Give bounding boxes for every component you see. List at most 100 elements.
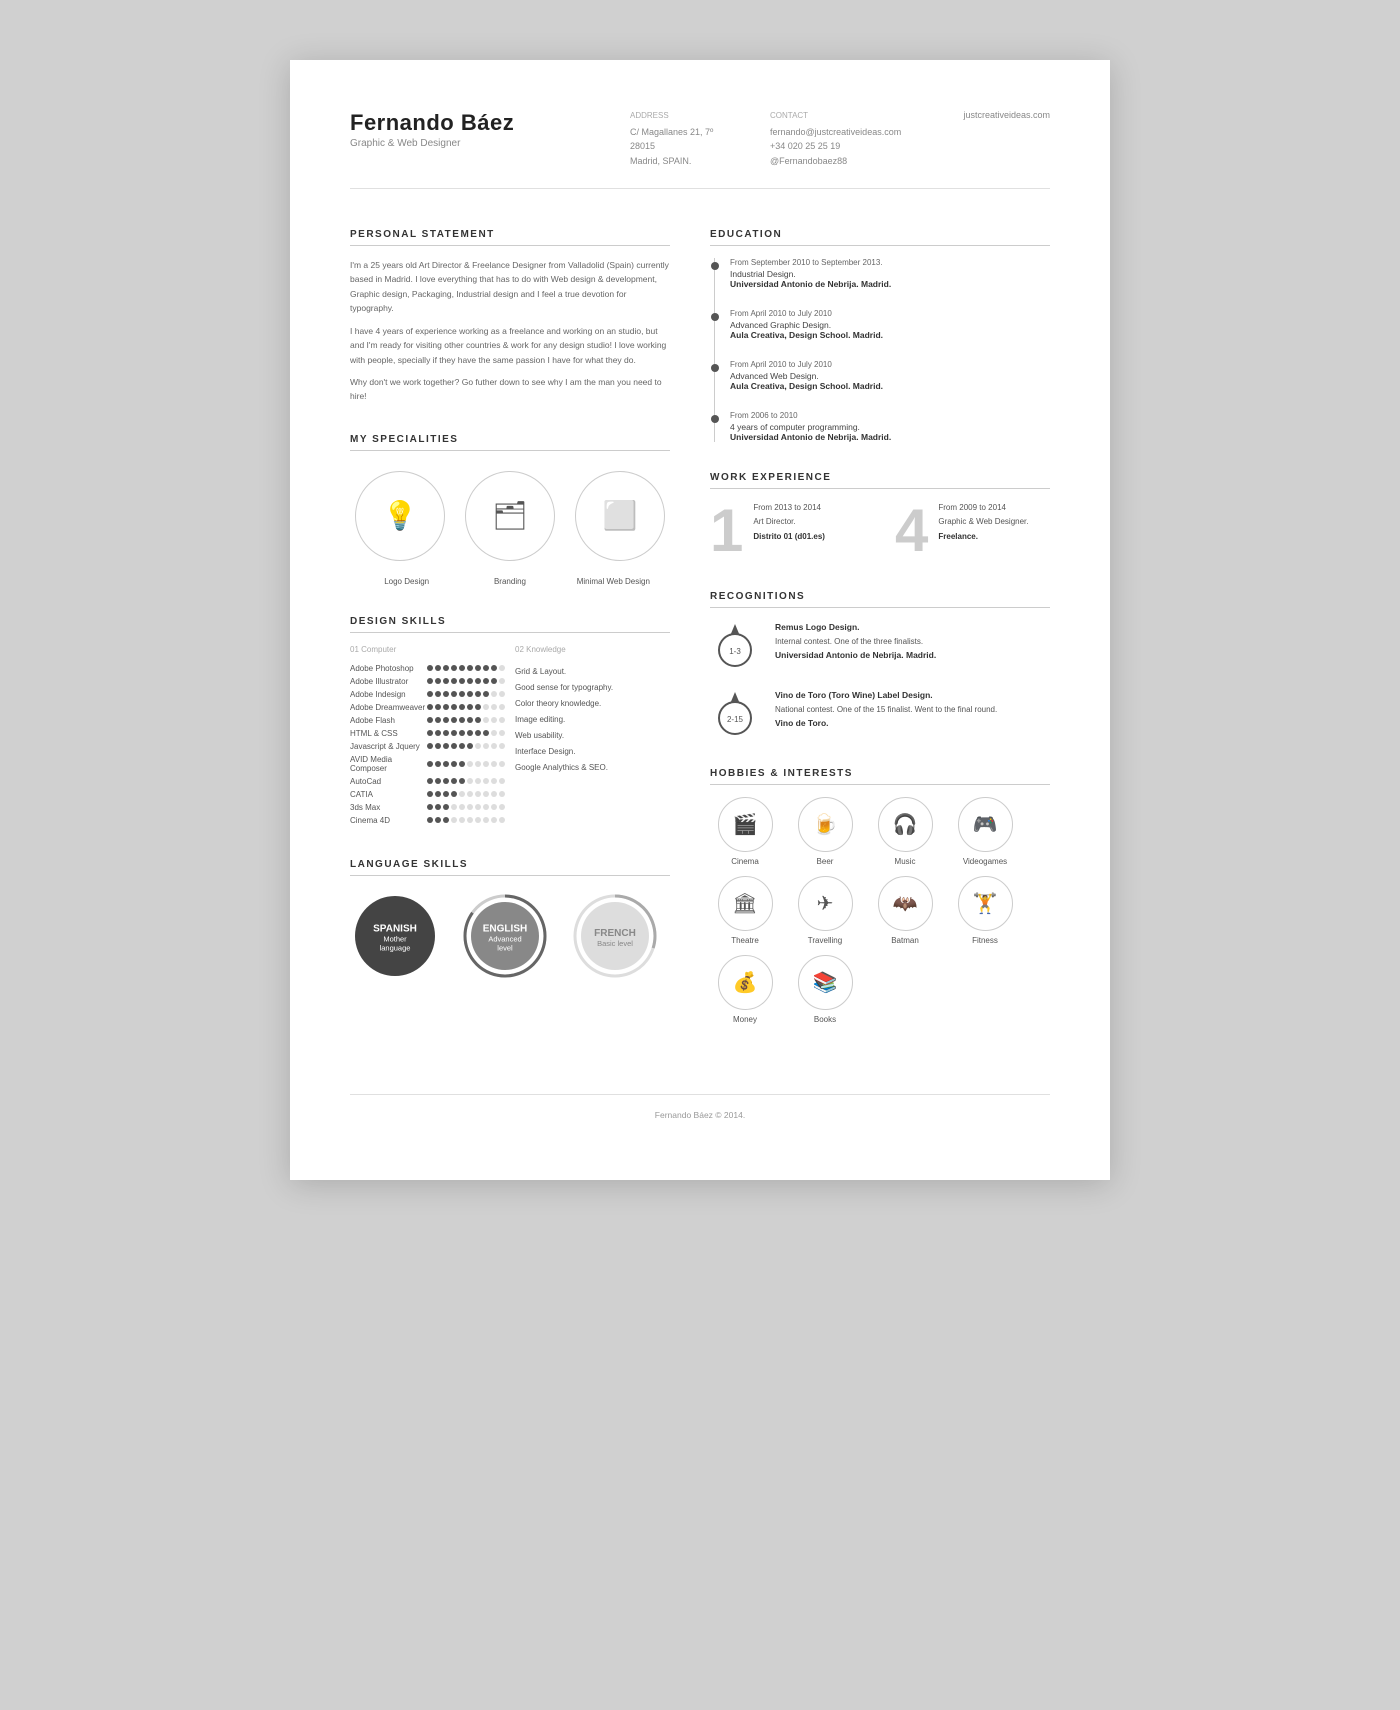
skill-flash: Adobe Flash [350,716,505,725]
lang-french: FRENCH Basic level [570,891,660,986]
work-detail-0: From 2013 to 2014 Art Director. Distrito… [753,501,825,544]
language-skills-title: LANGUAGE SKILLS [350,859,670,876]
hobby-videogames: 🎮 Videogames [950,797,1020,866]
timeline-dot-1 [711,313,719,321]
computer-skills-col: 01 Computer Adobe Photoshop Adobe Illust… [350,645,505,829]
hobbies-section: HOBBIES & INTERESTS 🎬 Cinema 🍺 Beer 🎧 Mu… [710,768,1050,1024]
hobby-batman: 🦇 Batman [870,876,940,945]
svg-text:1-3: 1-3 [729,647,741,656]
website[interactable]: justcreativeideas.com [910,110,1050,120]
speciality-circle-web: ⬜ [575,471,665,561]
footer: Fernando Báez © 2014. [350,1094,1050,1120]
fitness-icon: 🏋 [958,876,1013,931]
skill-3dsmax: 3ds Max [350,803,505,812]
hobby-cinema: 🎬 Cinema [710,797,780,866]
skill-js: Javascript & Jquery [350,742,505,751]
recognition-badge-1: 2-15 [710,688,760,738]
header: Fernando Báez Graphic & Web Designer Add… [350,110,1050,189]
speciality-web: ⬜ [575,471,665,561]
skills-columns: 01 Computer Adobe Photoshop Adobe Illust… [350,645,670,829]
specialities-row: 💡 🗂 ⬜ [350,471,670,561]
recognition-1: 2-15 Vino de Toro (Toro Wine) Label Desi… [710,688,1050,738]
contact-block: Contact fernando@justcreativeideas.com +… [770,110,910,168]
knowledge-label: 02 Knowledge [515,645,670,654]
hobby-travelling: ✈ Travelling [790,876,860,945]
hobby-fitness: 🏋 Fitness [950,876,1020,945]
address-text: C/ Magallanes 21, 7º28015Madrid, SPAIN. [630,125,770,168]
specialities-labels: Logo Design Branding Minimal Web Design [350,571,670,586]
skill-indesign: Adobe Indesign [350,690,505,699]
speciality-circle-logo: 💡 [355,471,445,561]
work-experience-section: WORK EXPERIENCE 1 From 2013 to 2014 Art … [710,472,1050,561]
work-title: WORK EXPERIENCE [710,472,1050,489]
computer-label: 01 Computer [350,645,505,654]
skill-avid: AVID Media Composer [350,755,505,773]
edu-item-2: From April 2010 to July 2010 Advanced We… [730,360,1050,391]
speciality-branding: 🗂 [465,471,555,561]
edu-item-1: From April 2010 to July 2010 Advanced Gr… [730,309,1050,340]
skill-photoshop: Adobe Photoshop [350,664,505,673]
speciality-logo: 💡 [355,471,445,561]
skill-autocad: AutoCad [350,777,505,786]
skill-catia: CATIA [350,790,505,799]
speciality-label-logo: Logo Design [355,571,458,586]
work-detail-1: From 2009 to 2014 Graphic & Web Designer… [938,501,1028,544]
recognition-detail-0: Remus Logo Design. Internal contest. One… [775,620,936,663]
education-title: EDUCATION [710,229,1050,246]
timeline-dot-0 [711,262,719,270]
address-block: Address C/ Magallanes 21, 7º28015Madrid,… [630,110,770,168]
personal-statement-text2: I have 4 years of experience working as … [350,324,670,367]
contact-label: Contact [770,110,910,123]
timeline-dot-3 [711,415,719,423]
specialities-title: MY SPECIALITIES [350,434,670,451]
cinema-icon: 🎬 [718,797,773,852]
work-number-1: 4 [895,501,928,561]
design-skills-title: DESIGN SKILLS [350,616,670,633]
skill-cinema4d: Cinema 4D [350,816,505,825]
hobby-music: 🎧 Music [870,797,940,866]
timeline-dot-2 [711,364,719,372]
subtitle: Graphic & Web Designer [350,138,550,149]
edu-item-0: From September 2010 to September 2013. I… [730,258,1050,289]
education-section: EDUCATION From September 2010 to Septemb… [710,229,1050,442]
lang-english: ENGLISH Advanced level [460,891,550,986]
recognitions-title: RECOGNITIONS [710,591,1050,608]
hobbies-title: HOBBIES & INTERESTS [710,768,1050,785]
work-item-0: 1 From 2013 to 2014 Art Director. Distri… [710,501,865,561]
personal-statement-section: PERSONAL STATEMENT I'm a 25 years old Ar… [350,229,670,404]
work-item-1: 4 From 2009 to 2014 Graphic & Web Design… [895,501,1050,561]
videogames-icon: 🎮 [958,797,1013,852]
beer-icon: 🍺 [798,797,853,852]
contact-text: fernando@justcreativeideas.com +34 020 2… [770,125,910,168]
music-icon: 🎧 [878,797,933,852]
recognition-badge-0: 1-3 [710,620,760,670]
lang-spanish: SPANISH Mother language [350,891,440,986]
personal-statement-title: PERSONAL STATEMENT [350,229,670,246]
knowledge-col: 02 Knowledge Grid & Layout. Good sense f… [515,645,670,829]
svg-text:2-15: 2-15 [727,715,744,724]
personal-statement-text3: Why don't we work together? Go futher do… [350,375,670,404]
computer-skills-list: Adobe Photoshop Adobe Illustrator [350,664,505,825]
speciality-label-branding: Branding [458,571,561,586]
books-icon: 📚 [798,955,853,1010]
speciality-circle-branding: 🗂 [465,471,555,561]
hobby-books: 📚 Books [790,955,860,1024]
recognition-0: 1-3 Remus Logo Design. Internal contest.… [710,620,1050,670]
hobby-theatre: 🏛 Theatre [710,876,780,945]
theatre-icon: 🏛 [718,876,773,931]
language-circles: SPANISH Mother language [350,891,670,986]
skill-dreamweaver: Adobe Dreamweaver [350,703,505,712]
hobby-beer: 🍺 Beer [790,797,860,866]
knowledge-list: Grid & Layout. Good sense for typography… [515,664,670,776]
footer-text: Fernando Báez © 2014. [655,1110,745,1120]
hobbies-grid: 🎬 Cinema 🍺 Beer 🎧 Music 🎮 Videogames [710,797,1050,1024]
main-content: PERSONAL STATEMENT I'm a 25 years old Ar… [350,229,1050,1054]
resume-page: Fernando Báez Graphic & Web Designer Add… [290,60,1110,1180]
skill-illustrator: Adobe Illustrator [350,677,505,686]
batman-icon: 🦇 [878,876,933,931]
edu-item-3: From 2006 to 2010 4 years of computer pr… [730,411,1050,442]
recognitions-section: RECOGNITIONS 1-3 Remus Logo Design. Inte… [710,591,1050,738]
work-number-0: 1 [710,501,743,561]
hobby-money: 💰 Money [710,955,780,1024]
education-timeline: From September 2010 to September 2013. I… [710,258,1050,442]
